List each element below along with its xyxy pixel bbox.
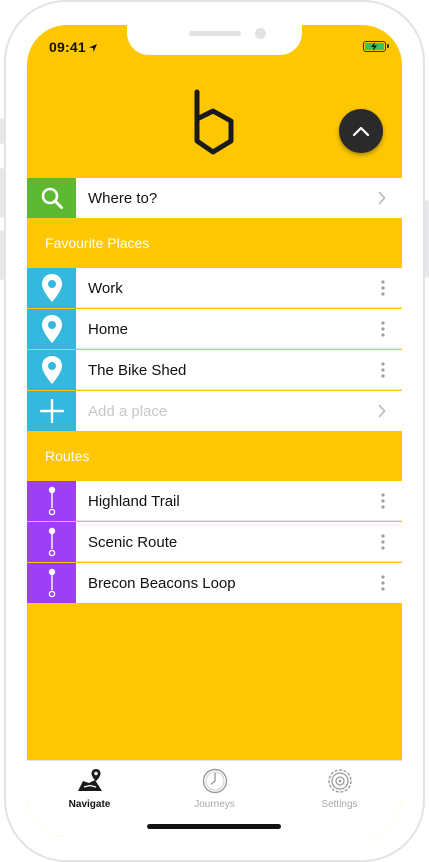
route-item[interactable]: Scenic Route [27,522,402,562]
chevron-right-icon [378,191,386,205]
favourite-item[interactable]: Home [27,309,402,349]
map-icon [77,769,102,791]
row-divider [76,389,402,390]
tab-settings[interactable]: Settings [277,767,402,810]
favourite-label: Work [88,279,123,297]
tab-bar: Navigate Journeys Settings [27,760,402,837]
status-time-text: 09:41 [49,39,86,55]
chevron-up-icon [352,126,370,137]
route-label: Scenic Route [88,533,178,551]
tab-label: Journeys [194,799,235,810]
more-options-icon[interactable] [381,362,385,378]
where-to-row[interactable]: Where to? [27,178,402,218]
side-button [0,118,4,144]
routes-title: Routes [45,448,90,464]
favourite-item[interactable]: Work [27,268,402,308]
favourite-label: Home [88,320,129,338]
add-place-label: Add a place [88,402,168,420]
where-to-label: Where to? [88,189,158,207]
volume-up-button [0,168,4,218]
clock-icon [202,768,227,794]
route-item[interactable]: Brecon Beacons Loop [27,563,402,603]
tab-journeys[interactable]: Journeys [152,767,277,810]
route-label: Brecon Beacons Loop [88,574,236,592]
tab-navigate[interactable]: Navigate [27,767,152,810]
favourite-places-title: Favourite Places [45,235,150,251]
notch [127,25,302,55]
more-options-icon[interactable] [381,534,385,550]
map-pin-icon [41,315,62,343]
home-indicator [147,824,281,829]
search-tile [27,178,76,218]
chevron-right-icon [378,404,386,418]
more-options-icon[interactable] [381,493,385,509]
search-icon [41,187,63,209]
status-time: 09:41 [49,39,98,55]
row-divider [76,520,402,521]
collapse-button[interactable] [339,109,383,153]
location-arrow-icon [88,44,97,52]
place-tile [27,350,76,390]
plus-icon [39,399,64,423]
route-line-icon [48,527,55,557]
route-tile [27,563,76,603]
speaker [189,31,241,36]
route-line-icon [48,568,55,598]
gear-icon [327,769,352,793]
tab-label: Navigate [68,799,111,810]
more-options-icon[interactable] [381,575,385,591]
add-tile [27,391,76,431]
route-item[interactable]: Highland Trail [27,481,402,521]
route-tile [27,481,76,521]
camera [255,28,266,39]
row-divider [76,561,402,562]
route-label: Highland Trail [88,492,180,510]
power-button [425,200,429,278]
row-divider [76,348,402,349]
battery-icon [363,41,389,52]
map-pin-icon [41,274,62,302]
route-line-icon [48,486,55,516]
add-place-row[interactable]: Add a place [27,391,402,431]
more-options-icon[interactable] [381,321,385,337]
app-screen: 09:41 Where to? Favourite Places Work Ho… [27,25,402,837]
place-tile [27,268,76,308]
favourite-item[interactable]: The Bike Shed [27,350,402,390]
place-tile [27,309,76,349]
volume-down-button [0,230,4,280]
row-divider [76,307,402,308]
map-pin-icon [41,356,62,384]
more-options-icon[interactable] [381,280,385,296]
favourite-label: The Bike Shed [88,361,187,379]
brand-logo [194,89,234,155]
route-tile [27,522,76,562]
tab-label: Settings [321,799,358,810]
